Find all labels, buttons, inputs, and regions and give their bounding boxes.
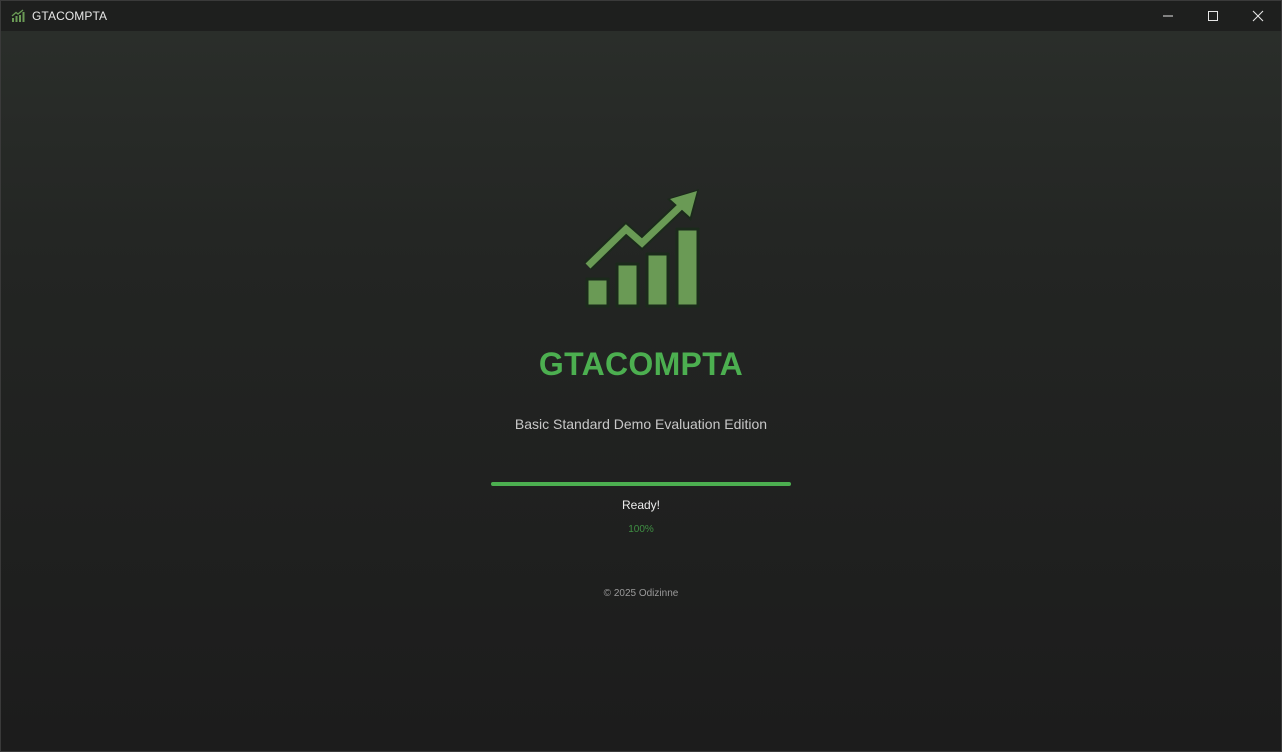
close-icon (1252, 10, 1264, 22)
progress-percent-label: 100% (628, 524, 654, 535)
window-title: GTACOMPTA (32, 9, 108, 23)
title-bar[interactable]: GTACOMPTA (1, 1, 1281, 31)
close-button[interactable] (1235, 1, 1281, 31)
chart-growth-icon (11, 9, 25, 22)
app-window: GTACOMPTA GTACOMPTA Basic Standard Demo … (0, 0, 1282, 752)
status-label: Ready! (621, 498, 661, 512)
copyright-label: © 2025 Odizinne (603, 588, 679, 599)
app-title: GTACOMPTA (538, 346, 744, 382)
progress-fill (491, 482, 791, 486)
minimize-button[interactable] (1145, 1, 1191, 31)
chart-growth-icon (584, 189, 700, 308)
loading-progress-bar (491, 482, 791, 486)
minimize-icon (1163, 15, 1173, 17)
maximize-button[interactable] (1190, 1, 1236, 31)
maximize-icon (1208, 11, 1218, 21)
edition-label: Basic Standard Demo Evaluation Edition (514, 416, 768, 432)
